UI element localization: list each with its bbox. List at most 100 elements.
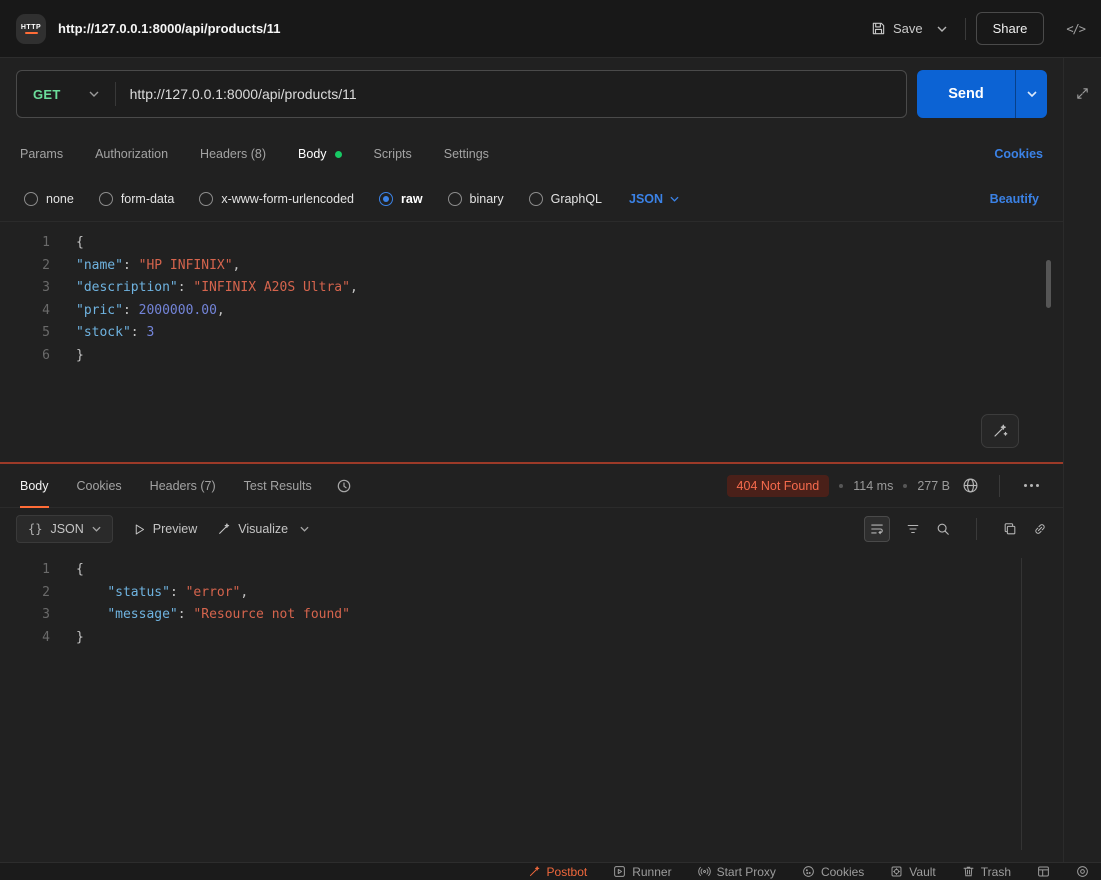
request-body-editor[interactable]: 1{2 "name": "HP INFINIX", 3 "description": …	[0, 222, 1063, 462]
tab-params[interactable]: Params	[20, 147, 63, 161]
beautify-link[interactable]: Beautify	[990, 192, 1039, 206]
raw-language-select[interactable]: JSON	[629, 192, 679, 206]
response-tab-cookies[interactable]: Cookies	[77, 464, 122, 507]
line-number: 1	[42, 562, 50, 577]
statusbar-help-icon[interactable]	[1076, 865, 1089, 878]
response-format-select[interactable]: {} JSON	[16, 515, 113, 543]
send-button-group: Send	[917, 70, 1047, 118]
line-number: 3	[42, 607, 50, 622]
statusbar-postbot[interactable]: Postbot	[528, 865, 587, 879]
line-content: "stock": 3	[76, 325, 155, 340]
chevron-down-icon	[92, 526, 101, 532]
method-select[interactable]: GET	[17, 87, 115, 102]
editor-postbot-button[interactable]	[981, 414, 1019, 448]
save-options-chevron[interactable]	[929, 19, 955, 39]
send-options-chevron[interactable]	[1015, 70, 1047, 118]
topbar-divider	[964, 17, 966, 40]
network-info-icon[interactable]	[962, 477, 979, 494]
link-button[interactable]	[1033, 522, 1047, 536]
body-type-binary[interactable]: binary	[447, 191, 504, 206]
line-content: "description": "INFINIX A20S Ultra",	[76, 280, 358, 295]
save-button[interactable]: Save	[865, 14, 929, 43]
visualize-options-chevron[interactable]	[300, 526, 309, 532]
proxy-signal-icon	[697, 866, 711, 877]
tab-authorization[interactable]: Authorization	[95, 147, 168, 161]
filter-button[interactable]	[906, 522, 920, 536]
line-content: "pric": 2000000.00,	[76, 302, 225, 318]
share-button[interactable]: Share	[975, 12, 1045, 45]
radio-icon	[379, 191, 393, 206]
response-body-code: 1{2 "status": "error", 3 "message": "Reso…	[0, 559, 1063, 649]
method-label: GET	[33, 86, 61, 102]
statusbar-vault[interactable]: Vault	[890, 865, 936, 879]
response-body-viewer[interactable]: 1{2 "status": "error", 3 "message": "Reso…	[0, 550, 1063, 862]
code-line: 2 "status": "error",	[0, 582, 1063, 605]
request-tabs: Params Authorization Headers (8) Body Sc…	[0, 132, 1063, 176]
topbar-actions: Save Share </>	[865, 12, 1086, 45]
preview-button[interactable]: Preview	[133, 522, 197, 536]
main-area: GET Send Params Authorization Headers (8…	[0, 58, 1101, 862]
expand-panel-icon[interactable]	[1075, 86, 1090, 862]
tab-body-label: Body	[298, 147, 327, 161]
play-icon	[135, 524, 144, 534]
chevron-down-icon	[89, 91, 99, 97]
response-tab-body[interactable]: Body	[20, 464, 49, 508]
status-badge[interactable]: 404 Not Found	[726, 474, 830, 497]
response-header: Body Cookies Headers (7) Test Results 40…	[0, 464, 1063, 508]
tab-body[interactable]: Body	[298, 147, 342, 161]
line-content: }	[76, 347, 84, 363]
toolbar-divider	[976, 518, 977, 540]
statusbar-panel-icon[interactable]	[1037, 865, 1050, 878]
body-type-urlencoded[interactable]: x-www-form-urlencoded	[199, 191, 354, 206]
response-meta: 404 Not Found 114 ms 277 B	[726, 474, 1043, 497]
line-number: 3	[42, 280, 50, 295]
statusbar-start-proxy[interactable]: Start Proxy	[697, 865, 776, 879]
statusbar-runner[interactable]: Runner	[613, 865, 672, 879]
request-url-row: GET Send	[0, 58, 1063, 132]
tab-headers[interactable]: Headers (8)	[200, 147, 266, 161]
url-box: GET	[16, 70, 907, 118]
url-input[interactable]	[115, 86, 906, 102]
meta-separator-dot	[903, 483, 908, 488]
more-options-icon[interactable]	[1020, 480, 1043, 491]
cookies-link[interactable]: Cookies	[994, 147, 1043, 161]
http-request-logo-icon: HTTP	[16, 13, 46, 44]
code-snippet-icon[interactable]: </>	[1066, 22, 1086, 36]
response-format-label: JSON	[50, 522, 84, 536]
magic-wand-icon	[994, 424, 1008, 437]
line-number: 4	[42, 629, 50, 645]
editor-scrollbar[interactable]	[1046, 260, 1051, 308]
chevron-down-icon	[670, 196, 679, 202]
tab-settings[interactable]: Settings	[444, 147, 489, 161]
body-type-form-data[interactable]: form-data	[98, 191, 174, 206]
raw-language-label: JSON	[629, 191, 664, 206]
search-button[interactable]	[936, 522, 950, 536]
line-number: 2	[42, 257, 50, 273]
body-type-raw[interactable]: raw	[379, 191, 423, 206]
code-line: 2 "name": "HP INFINIX",	[0, 255, 1063, 278]
right-sidebar-rail	[1063, 58, 1101, 862]
response-tab-headers[interactable]: Headers (7)	[150, 464, 216, 507]
tab-scripts[interactable]: Scripts	[374, 147, 412, 161]
response-history-icon[interactable]	[336, 478, 352, 494]
statusbar-trash[interactable]: Trash	[962, 865, 1011, 879]
visualize-button[interactable]: Visualize	[217, 522, 288, 536]
code-line: 3 "message": "Resource not found"	[0, 604, 1063, 627]
vault-lock-icon	[891, 866, 902, 877]
filter-icon	[907, 524, 919, 534]
body-type-none[interactable]: none	[24, 191, 74, 206]
wrap-text-button[interactable]	[864, 516, 890, 542]
response-tab-test-results[interactable]: Test Results	[244, 464, 312, 507]
copy-button[interactable]	[1003, 522, 1017, 536]
response-time[interactable]: 114 ms	[853, 479, 893, 493]
statusbar-cookies[interactable]: Cookies	[802, 865, 864, 879]
response-size[interactable]: 277 B	[917, 479, 950, 493]
magic-wand-icon	[219, 523, 230, 534]
save-icon	[872, 22, 885, 35]
code-line: 4 "pric": 2000000.00,	[0, 300, 1063, 323]
send-button[interactable]: Send	[917, 70, 1015, 118]
save-label: Save	[892, 21, 923, 36]
magic-wand-icon	[529, 866, 539, 877]
json-braces-icon: {}	[28, 522, 43, 536]
body-type-graphql[interactable]: GraphQL	[528, 191, 602, 206]
